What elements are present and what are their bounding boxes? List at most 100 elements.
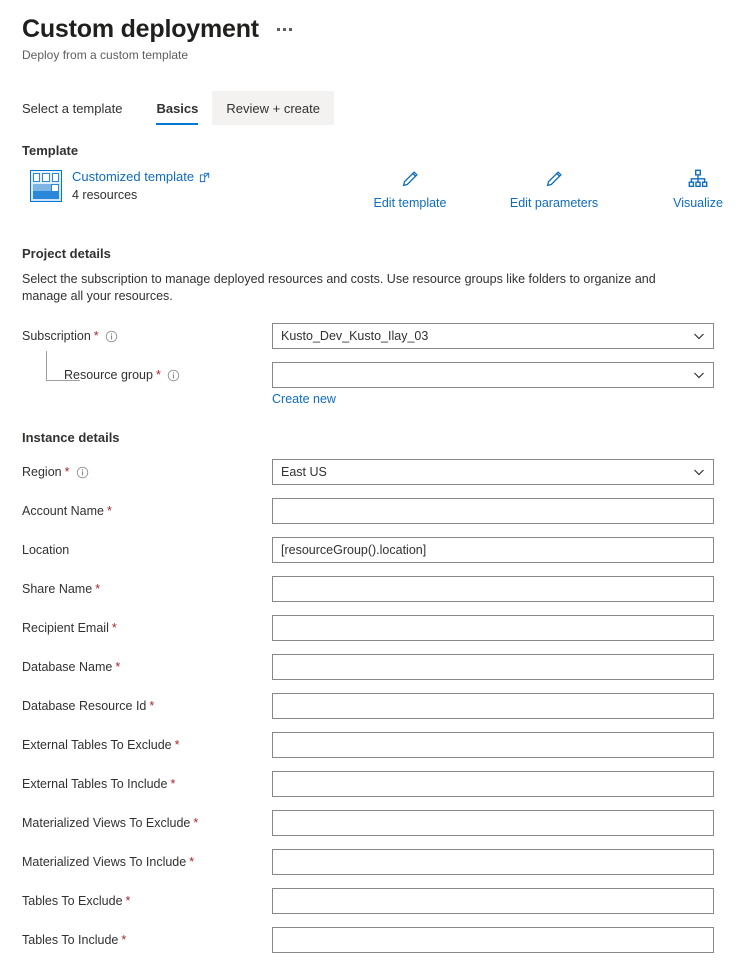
materialized-views-to-include-input[interactable]: [272, 849, 714, 875]
materialized-views-to-exclude-label-text: Materialized Views To Exclude: [22, 816, 191, 830]
database-name-control: [272, 654, 714, 680]
tab-select-a-template[interactable]: Select a template: [22, 91, 142, 125]
account-name-input[interactable]: [272, 498, 714, 524]
required-marker: *: [125, 894, 131, 908]
template-section-heading: Template: [22, 143, 79, 158]
subscription-label-text: Subscription: [22, 329, 91, 343]
materialized-views-to-include-control: [272, 849, 714, 875]
tables-to-exclude-control: [272, 888, 714, 914]
icon-bottom-row: [33, 191, 59, 199]
project-details-description: Select the subscription to manage deploy…: [22, 272, 656, 303]
pencil-icon: [399, 166, 421, 192]
database-resource-id-input[interactable]: [272, 693, 714, 719]
database-name-input[interactable]: [272, 654, 714, 680]
template-icon: [30, 170, 62, 202]
visualize-button[interactable]: Visualize: [650, 166, 746, 210]
database-name-label: Database Name *: [22, 654, 272, 680]
edit-template-button[interactable]: Edit template: [362, 166, 458, 210]
tab-basics[interactable]: Basics: [142, 91, 212, 125]
tables-to-exclude-label: Tables To Exclude *: [22, 888, 272, 914]
subscription-label: Subscription *: [22, 323, 272, 349]
resource-group-label: Resource group *: [22, 362, 272, 388]
template-summary-row: Customized template 4 resources Edit tem…: [22, 168, 726, 220]
recipient-email-input[interactable]: [272, 615, 714, 641]
customized-template-link[interactable]: Customized template: [72, 168, 210, 186]
external-tables-to-include-label: External Tables To Include *: [22, 771, 272, 797]
recipient-email-field: Recipient Email *: [22, 615, 726, 641]
project-details-heading: Project details: [22, 246, 111, 261]
external-tables-to-exclude-label-text: External Tables To Exclude: [22, 738, 172, 752]
tables-to-include-input[interactable]: [272, 927, 714, 953]
required-marker: *: [111, 621, 117, 635]
location-label-text: Location: [22, 543, 70, 557]
template-actions: Edit template Edit parameters Visualize: [362, 166, 746, 210]
required-marker: *: [189, 855, 195, 869]
account-name-field: Account Name *: [22, 498, 726, 524]
external-link-icon: [200, 172, 210, 182]
external-tables-to-exclude-input[interactable]: [272, 732, 714, 758]
materialized-views-to-exclude-field: Materialized Views To Exclude *: [22, 810, 726, 836]
edit-parameters-button[interactable]: Edit parameters: [506, 166, 602, 210]
pencil-icon: [543, 166, 565, 192]
edit-parameters-label: Edit parameters: [509, 196, 599, 210]
edit-template-label: Edit template: [373, 196, 447, 210]
share-name-label: Share Name *: [22, 576, 272, 602]
materialized-views-to-exclude-control: [272, 810, 714, 836]
required-marker: *: [170, 777, 176, 791]
subscription-control: [272, 323, 714, 349]
recipient-email-label: Recipient Email *: [22, 615, 272, 641]
required-marker: *: [121, 933, 127, 947]
customized-template-label: Customized template: [72, 169, 195, 184]
more-options-icon[interactable]: [275, 26, 294, 33]
blade-content: Template Customized template 4 resources: [0, 143, 748, 953]
database-resource-id-field: Database Resource Id *: [22, 693, 726, 719]
materialized-views-to-include-label: Materialized Views To Include *: [22, 849, 272, 875]
location-label: Location: [22, 537, 272, 563]
required-marker: *: [106, 504, 112, 518]
region-control: [272, 459, 714, 485]
share-name-input[interactable]: [272, 576, 714, 602]
database-resource-id-control: [272, 693, 714, 719]
info-icon[interactable]: [105, 330, 118, 343]
materialized-views-to-exclude-input[interactable]: [272, 810, 714, 836]
required-marker: *: [95, 582, 101, 596]
share-name-label-text: Share Name: [22, 582, 93, 596]
info-icon[interactable]: [167, 369, 180, 382]
account-name-control: [272, 498, 714, 524]
external-tables-to-include-input[interactable]: [272, 771, 714, 797]
external-tables-to-exclude-control: [272, 732, 714, 758]
subscription-field: Subscription *: [22, 323, 726, 349]
external-tables-to-include-field: External Tables To Include *: [22, 771, 726, 797]
dot: [288, 28, 292, 31]
page-title: Custom deployment: [22, 15, 259, 43]
database-name-field: Database Name *: [22, 654, 726, 680]
blade-header: Custom deployment Deploy from a custom t…: [0, 0, 748, 63]
location-input[interactable]: [272, 537, 714, 563]
instance-details-fields: Region * East US Account Name * Location…: [22, 459, 726, 953]
database-resource-id-label: Database Resource Id *: [22, 693, 272, 719]
subscription-select[interactable]: [272, 323, 714, 349]
icon-top-row: [33, 173, 59, 182]
tab-review-create[interactable]: Review + create: [212, 91, 334, 125]
info-icon[interactable]: [76, 466, 89, 479]
required-marker: *: [174, 738, 180, 752]
account-name-label-text: Account Name: [22, 504, 104, 518]
resource-group-control: Create new: [272, 362, 714, 408]
title-row: Custom deployment: [22, 14, 748, 44]
tables-to-exclude-label-text: Tables To Exclude: [22, 894, 123, 908]
dot: [282, 28, 286, 31]
required-marker: *: [193, 816, 199, 830]
tables-to-exclude-input[interactable]: [272, 888, 714, 914]
template-resource-count: 4 resources: [72, 188, 138, 202]
location-control: [272, 537, 714, 563]
materialized-views-to-include-label-text: Materialized Views To Include: [22, 855, 187, 869]
resource-group-select[interactable]: [272, 362, 714, 388]
region-select[interactable]: [272, 459, 714, 485]
external-tables-to-include-control: [272, 771, 714, 797]
create-new-link[interactable]: Create new: [272, 392, 336, 406]
dot: [276, 28, 280, 31]
region-field: Region *: [22, 459, 726, 485]
tables-to-exclude-field: Tables To Exclude *: [22, 888, 726, 914]
required-marker: *: [155, 368, 161, 382]
instance-details-heading: Instance details: [22, 430, 120, 445]
